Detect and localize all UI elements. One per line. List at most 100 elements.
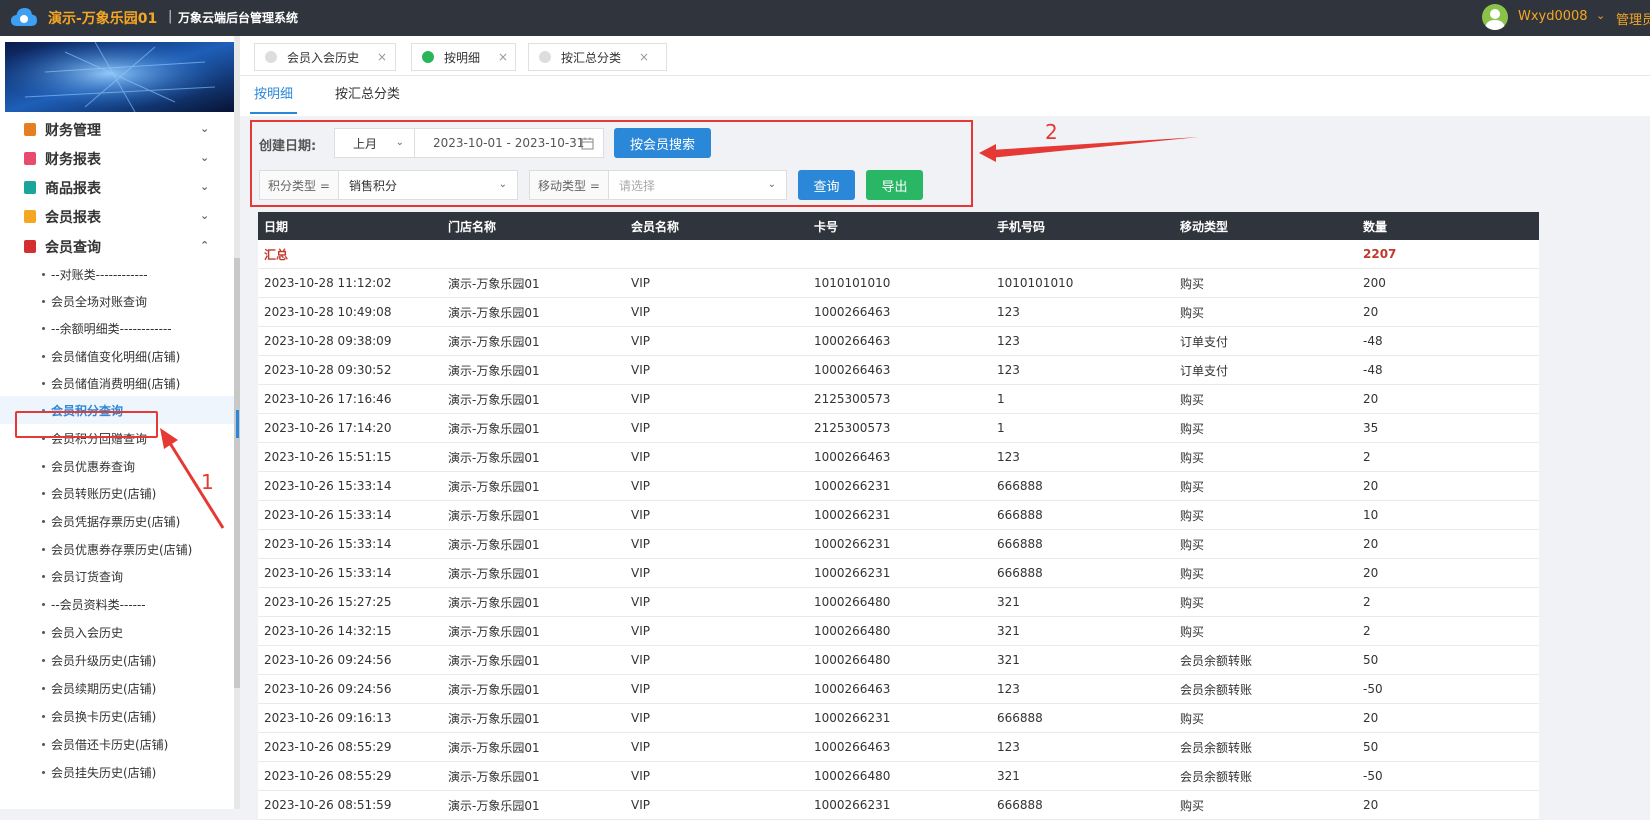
table-row: 2023-10-26 09:16:13 演示-万象乐园01 VIP 100026623…	[258, 704, 1539, 733]
table-cell: 2023-10-26 08:55:29	[264, 740, 392, 754]
table-cell: 2023-10-26 15:27:25	[264, 595, 392, 609]
total-quantity: 2207	[1363, 247, 1397, 261]
table-cell: 20	[1363, 305, 1379, 319]
table-cell: 2125300573	[814, 392, 891, 406]
table-cell: 演示-万象乐园01	[448, 537, 540, 552]
table-cell: 1000266463	[814, 363, 891, 377]
table-cell: 演示-万象乐园01	[448, 595, 540, 610]
table-cell: 演示-万象乐园01	[448, 653, 540, 668]
table-cell: 20	[1363, 479, 1379, 493]
table-cell: 666888	[997, 798, 1043, 812]
column-header: 日期	[264, 219, 289, 234]
table-cell: -48	[1363, 334, 1383, 348]
table-cell: VIP	[631, 740, 650, 754]
table-row: 2023-10-26 15:33:14 演示-万象乐园01 VIP 100026623…	[258, 501, 1539, 530]
table-row: 2023-10-28 11:12:02 演示-万象乐园01 VIP 101010101…	[258, 269, 1539, 298]
table-row: 2023-10-28 09:38:09 演示-万象乐园01 VIP 100026646…	[258, 327, 1539, 356]
table-cell: 1000266480	[814, 624, 891, 638]
column-header: 数量	[1363, 219, 1388, 234]
table-cell: 1000266463	[814, 334, 891, 348]
table-row: 2023-10-26 09:24:56 演示-万象乐园01 VIP 100026648…	[258, 646, 1539, 675]
table-cell: 20	[1363, 798, 1379, 812]
table-cell: 10	[1363, 508, 1379, 522]
table-cell: 2023-10-26 15:33:14	[264, 537, 392, 551]
table-cell: 1000266231	[814, 566, 891, 580]
table-cell: 订单支付	[1180, 363, 1229, 378]
column-header: 会员名称	[631, 219, 680, 234]
table-cell: 2023-10-26 09:24:56	[264, 682, 392, 696]
table-cell: 2023-10-28 09:30:52	[264, 363, 392, 377]
table-cell: 123	[997, 740, 1020, 754]
table-row: 2023-10-26 15:51:15 演示-万象乐园01 VIP 100026646…	[258, 443, 1539, 472]
table-cell: 1000266231	[814, 537, 891, 551]
table-cell: 2023-10-26 15:51:15	[264, 450, 392, 464]
table-cell: 演示-万象乐园01	[448, 450, 540, 465]
table-cell: VIP	[631, 537, 650, 551]
table-cell: 演示-万象乐园01	[448, 334, 540, 349]
table-cell: 会员余额转账	[1180, 769, 1253, 784]
annotation-number-1: 1	[201, 470, 214, 494]
table-row: 2023-10-26 09:24:56 演示-万象乐园01 VIP 100026646…	[258, 675, 1539, 704]
table-cell: 演示-万象乐园01	[448, 740, 540, 755]
table-cell: 2023-10-26 09:24:56	[264, 653, 392, 667]
table-cell: VIP	[631, 798, 650, 812]
column-header: 手机号码	[997, 219, 1046, 234]
table-row: 2023-10-28 09:30:52 演示-万象乐园01 VIP 100026646…	[258, 356, 1539, 385]
table-cell: 2023-10-26 08:51:59	[264, 798, 392, 812]
table-row: 2023-10-26 17:14:20 演示-万象乐园01 VIP 212530057…	[258, 414, 1539, 443]
table-cell: 2023-10-26 17:16:46	[264, 392, 392, 406]
table-cell: 2023-10-26 14:32:15	[264, 624, 392, 638]
table-row: 2023-10-26 08:51:59 演示-万象乐园01 VIP 100026623…	[258, 791, 1539, 820]
table-cell: 35	[1363, 421, 1379, 435]
table-cell: 1000266463	[814, 305, 891, 319]
table-cell: 演示-万象乐园01	[448, 624, 540, 639]
table-cell: 1000266463	[814, 740, 891, 754]
table-header: 日期 门店名称 会员名称 卡号 手机号码 移动类型 数量	[258, 212, 1539, 240]
table-cell: 321	[997, 653, 1020, 667]
table-cell: 123	[997, 682, 1020, 696]
table-cell: 1000266231	[814, 508, 891, 522]
table-cell: 20	[1363, 711, 1379, 725]
table-cell: 购买	[1180, 276, 1205, 291]
table-cell: 演示-万象乐园01	[448, 305, 540, 320]
table-row: 2023-10-26 15:27:25 演示-万象乐园01 VIP 100026648…	[258, 588, 1539, 617]
table-cell: 购买	[1180, 479, 1205, 494]
table-cell: 1000266480	[814, 595, 891, 609]
table-cell: VIP	[631, 624, 650, 638]
table-cell: 购买	[1180, 392, 1205, 407]
table-cell: VIP	[631, 392, 650, 406]
table-cell: 订单支付	[1180, 334, 1229, 349]
table-row: 2023-10-26 15:33:14 演示-万象乐园01 VIP 100026623…	[258, 472, 1539, 501]
annotation-number-2: 2	[1045, 120, 1058, 144]
table-total-row: 汇总 2207	[258, 240, 1539, 269]
table-cell: VIP	[631, 334, 650, 348]
table-cell: 购买	[1180, 711, 1205, 726]
table-cell: 演示-万象乐园01	[448, 421, 540, 436]
table-cell: 会员余额转账	[1180, 682, 1253, 697]
table-row: 2023-10-26 15:33:14 演示-万象乐园01 VIP 100026623…	[258, 530, 1539, 559]
table-cell: VIP	[631, 479, 650, 493]
table-cell: 购买	[1180, 798, 1205, 813]
table-cell: VIP	[631, 450, 650, 464]
table-row: 2023-10-26 15:33:14 演示-万象乐园01 VIP 100026623…	[258, 559, 1539, 588]
table-cell: VIP	[631, 682, 650, 696]
table-cell: 2125300573	[814, 421, 891, 435]
points-table: 日期 门店名称 会员名称 卡号 手机号码 移动类型 数量 汇总 2207 2023-10-2…	[258, 212, 1539, 820]
table-cell: -50	[1363, 682, 1383, 696]
table-cell: 50	[1363, 740, 1379, 754]
table-cell: 2	[1363, 624, 1371, 638]
table-cell: 2023-10-26 15:33:14	[264, 479, 392, 493]
table-cell: 演示-万象乐园01	[448, 392, 540, 407]
table-row: 2023-10-26 17:16:46 演示-万象乐园01 VIP 212530057…	[258, 385, 1539, 414]
table-cell: VIP	[631, 363, 650, 377]
table-cell: 演示-万象乐园01	[448, 479, 540, 494]
column-header: 门店名称	[448, 219, 497, 234]
table-cell: 123	[997, 305, 1020, 319]
table-cell: 20	[1363, 537, 1379, 551]
table-cell: 购买	[1180, 450, 1205, 465]
annotation-arrow-2	[979, 137, 1199, 162]
table-cell: 演示-万象乐园01	[448, 566, 540, 581]
table-cell: 2023-10-26 15:33:14	[264, 508, 392, 522]
table-cell: 购买	[1180, 305, 1205, 320]
table-cell: 1010101010	[814, 276, 891, 290]
